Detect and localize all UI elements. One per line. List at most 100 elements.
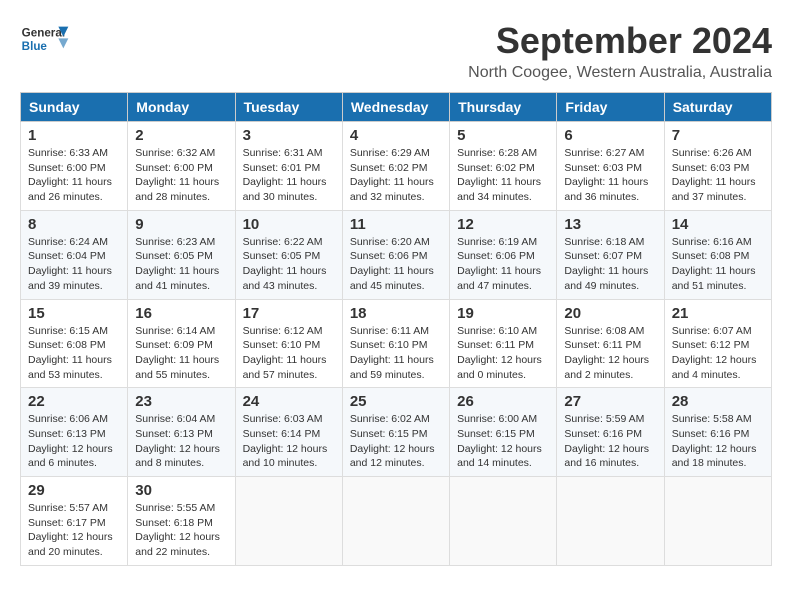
day-number: 27 [564, 393, 656, 410]
calendar-day-19: 19 Sunrise: 6:10 AM Sunset: 6:11 PM Dayli… [450, 299, 557, 388]
day-number: 14 [672, 216, 764, 233]
day-info: Sunrise: 5:59 AM Sunset: 6:16 PM Dayligh… [564, 412, 656, 471]
day-info: Sunrise: 6:29 AM Sunset: 6:02 PM Dayligh… [350, 146, 442, 205]
day-number: 5 [457, 127, 549, 144]
weekday-header-friday: Friday [557, 93, 664, 122]
calendar-week-row-4: 22 Sunrise: 6:06 AM Sunset: 6:13 PM Dayli… [21, 388, 772, 477]
day-number: 28 [672, 393, 764, 410]
day-info: Sunrise: 6:27 AM Sunset: 6:03 PM Dayligh… [564, 146, 656, 205]
calendar-day-3: 3Sunrise: 6:31 AM Sunset: 6:01 PM Daylig… [235, 122, 342, 211]
calendar-day-23: 23 Sunrise: 6:04 AM Sunset: 6:13 PM Dayli… [128, 388, 235, 477]
empty-cell [664, 477, 771, 566]
day-number: 6 [564, 127, 656, 144]
calendar-day-30: 30Sunrise: 5:55 AM Sunset: 6:18 PM Dayli… [128, 477, 235, 566]
day-number: 16 [135, 305, 227, 322]
day-info: Sunrise: 6:26 AM Sunset: 6:03 PM Dayligh… [672, 146, 764, 205]
day-info: Sunrise: 6:06 AM Sunset: 6:13 PM Dayligh… [28, 412, 120, 471]
calendar-week-row-3: 15 Sunrise: 6:15 AM Sunset: 6:08 PM Dayli… [21, 299, 772, 388]
empty-cell [557, 477, 664, 566]
day-number: 18 [350, 305, 442, 322]
day-info: Sunrise: 6:08 AM Sunset: 6:11 PM Dayligh… [564, 324, 656, 383]
day-number: 25 [350, 393, 442, 410]
calendar-day-12: 12Sunrise: 6:19 AM Sunset: 6:06 PM Dayli… [450, 210, 557, 299]
day-number: 17 [243, 305, 335, 322]
calendar-day-20: 20Sunrise: 6:08 AM Sunset: 6:11 PM Dayli… [557, 299, 664, 388]
calendar-day-28: 28 Sunrise: 5:58 AM Sunset: 6:16 PM Dayli… [664, 388, 771, 477]
calendar-day-24: 24 Sunrise: 6:03 AM Sunset: 6:14 PM Dayli… [235, 388, 342, 477]
calendar-day-15: 15 Sunrise: 6:15 AM Sunset: 6:08 PM Dayli… [21, 299, 128, 388]
day-number: 3 [243, 127, 335, 144]
day-info: Sunrise: 6:10 AM Sunset: 6:11 PM Dayligh… [457, 324, 549, 383]
day-number: 12 [457, 216, 549, 233]
day-info: Sunrise: 6:04 AM Sunset: 6:13 PM Dayligh… [135, 412, 227, 471]
calendar-day-21: 21 Sunrise: 6:07 AM Sunset: 6:12 PM Dayli… [664, 299, 771, 388]
day-number: 19 [457, 305, 549, 322]
day-info: Sunrise: 6:18 AM Sunset: 6:07 PM Dayligh… [564, 235, 656, 294]
calendar-day-25: 25 Sunrise: 6:02 AM Sunset: 6:15 PM Dayli… [342, 388, 449, 477]
svg-text:General: General [22, 27, 65, 40]
calendar-week-row-1: 1 Sunrise: 6:33 AM Sunset: 6:00 PM Daylig… [21, 122, 772, 211]
day-info: Sunrise: 6:02 AM Sunset: 6:15 PM Dayligh… [350, 412, 442, 471]
day-number: 21 [672, 305, 764, 322]
weekday-header-monday: Monday [128, 93, 235, 122]
empty-cell [450, 477, 557, 566]
calendar-table: SundayMondayTuesdayWednesdayThursdayFrid… [20, 92, 772, 566]
day-info: Sunrise: 6:07 AM Sunset: 6:12 PM Dayligh… [672, 324, 764, 383]
day-number: 15 [28, 305, 120, 322]
empty-cell [342, 477, 449, 566]
calendar-day-10: 10Sunrise: 6:22 AM Sunset: 6:05 PM Dayli… [235, 210, 342, 299]
day-info: Sunrise: 6:14 AM Sunset: 6:09 PM Dayligh… [135, 324, 227, 383]
calendar-header-row: SundayMondayTuesdayWednesdayThursdayFrid… [21, 93, 772, 122]
calendar-day-11: 11 Sunrise: 6:20 AM Sunset: 6:06 PM Dayli… [342, 210, 449, 299]
calendar-day-13: 13 Sunrise: 6:18 AM Sunset: 6:07 PM Dayli… [557, 210, 664, 299]
header: General Blue September 2024 North Coogee… [20, 20, 772, 82]
weekday-header-saturday: Saturday [664, 93, 771, 122]
day-number: 24 [243, 393, 335, 410]
day-number: 8 [28, 216, 120, 233]
day-info: Sunrise: 6:03 AM Sunset: 6:14 PM Dayligh… [243, 412, 335, 471]
day-number: 13 [564, 216, 656, 233]
calendar-day-9: 9 Sunrise: 6:23 AM Sunset: 6:05 PM Daylig… [128, 210, 235, 299]
day-number: 29 [28, 482, 120, 499]
day-number: 1 [28, 127, 120, 144]
day-info: Sunrise: 5:58 AM Sunset: 6:16 PM Dayligh… [672, 412, 764, 471]
day-info: Sunrise: 5:55 AM Sunset: 6:18 PM Dayligh… [135, 501, 227, 560]
calendar-day-16: 16 Sunrise: 6:14 AM Sunset: 6:09 PM Dayli… [128, 299, 235, 388]
calendar-day-2: 2 Sunrise: 6:32 AM Sunset: 6:00 PM Daylig… [128, 122, 235, 211]
calendar-day-22: 22 Sunrise: 6:06 AM Sunset: 6:13 PM Dayli… [21, 388, 128, 477]
day-info: Sunrise: 6:22 AM Sunset: 6:05 PM Dayligh… [243, 235, 335, 294]
calendar-day-8: 8 Sunrise: 6:24 AM Sunset: 6:04 PM Daylig… [21, 210, 128, 299]
calendar-day-6: 6 Sunrise: 6:27 AM Sunset: 6:03 PM Daylig… [557, 122, 664, 211]
logo: General Blue [20, 20, 70, 60]
location-subtitle: North Coogee, Western Australia, Austral… [468, 64, 772, 82]
day-number: 2 [135, 127, 227, 144]
calendar-day-29: 29 Sunrise: 5:57 AM Sunset: 6:17 PM Dayli… [21, 477, 128, 566]
day-number: 11 [350, 216, 442, 233]
day-number: 26 [457, 393, 549, 410]
month-title: September 2024 [468, 20, 772, 62]
day-info: Sunrise: 6:32 AM Sunset: 6:00 PM Dayligh… [135, 146, 227, 205]
day-number: 23 [135, 393, 227, 410]
day-info: Sunrise: 6:24 AM Sunset: 6:04 PM Dayligh… [28, 235, 120, 294]
day-info: Sunrise: 6:23 AM Sunset: 6:05 PM Dayligh… [135, 235, 227, 294]
calendar-day-27: 27 Sunrise: 5:59 AM Sunset: 6:16 PM Dayli… [557, 388, 664, 477]
day-info: Sunrise: 6:00 AM Sunset: 6:15 PM Dayligh… [457, 412, 549, 471]
day-info: Sunrise: 5:57 AM Sunset: 6:17 PM Dayligh… [28, 501, 120, 560]
weekday-header-wednesday: Wednesday [342, 93, 449, 122]
calendar-day-1: 1 Sunrise: 6:33 AM Sunset: 6:00 PM Daylig… [21, 122, 128, 211]
day-number: 22 [28, 393, 120, 410]
weekday-header-thursday: Thursday [450, 93, 557, 122]
day-info: Sunrise: 6:15 AM Sunset: 6:08 PM Dayligh… [28, 324, 120, 383]
calendar-week-row-5: 29 Sunrise: 5:57 AM Sunset: 6:17 PM Dayli… [21, 477, 772, 566]
day-info: Sunrise: 6:33 AM Sunset: 6:00 PM Dayligh… [28, 146, 120, 205]
calendar-day-26: 26 Sunrise: 6:00 AM Sunset: 6:15 PM Dayli… [450, 388, 557, 477]
day-info: Sunrise: 6:16 AM Sunset: 6:08 PM Dayligh… [672, 235, 764, 294]
calendar-day-18: 18Sunrise: 6:11 AM Sunset: 6:10 PM Dayli… [342, 299, 449, 388]
weekday-header-sunday: Sunday [21, 93, 128, 122]
empty-cell [235, 477, 342, 566]
day-number: 9 [135, 216, 227, 233]
weekday-header-tuesday: Tuesday [235, 93, 342, 122]
day-number: 7 [672, 127, 764, 144]
day-info: Sunrise: 6:20 AM Sunset: 6:06 PM Dayligh… [350, 235, 442, 294]
calendar-day-17: 17Sunrise: 6:12 AM Sunset: 6:10 PM Dayli… [235, 299, 342, 388]
